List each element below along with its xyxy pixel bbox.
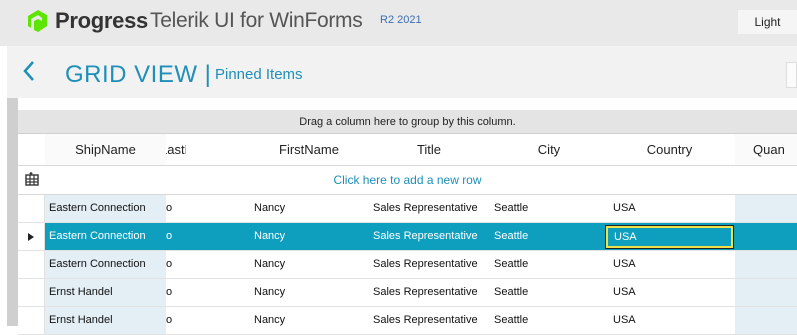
back-button[interactable] bbox=[22, 60, 36, 86]
table-row[interactable]: Eastern Connection o Nancy Sales Representa… bbox=[18, 195, 797, 223]
version-label: R2 2021 bbox=[380, 14, 422, 26]
theme-button[interactable]: Light bbox=[738, 10, 797, 34]
cell-city[interactable]: Seattle bbox=[494, 223, 594, 251]
cell-lastname[interactable]: o bbox=[166, 279, 186, 307]
cell-shipname[interactable]: Ernst Handel bbox=[49, 307, 166, 335]
table-row[interactable]: Ernst Handel o Nancy Sales Representative Se… bbox=[18, 279, 797, 307]
cell-lastname[interactable]: o bbox=[166, 223, 186, 251]
row-indicator[interactable] bbox=[18, 279, 45, 306]
cell-shipname[interactable]: Eastern Connection bbox=[49, 251, 166, 279]
cell-shipname[interactable]: Eastern Connection bbox=[49, 195, 166, 223]
current-row-icon bbox=[28, 233, 34, 241]
column-header-lastname[interactable]: LastName bbox=[166, 134, 186, 166]
page-subtitle: Pinned Items bbox=[215, 66, 303, 83]
cell-country: USA bbox=[614, 231, 637, 243]
cell-country[interactable]: USA bbox=[613, 251, 723, 279]
cell-shipname[interactable]: Ernst Handel bbox=[49, 279, 166, 307]
cell-title[interactable]: Sales Representative bbox=[373, 223, 494, 251]
row-indicator[interactable] bbox=[18, 195, 45, 222]
progress-logo-icon bbox=[28, 10, 47, 32]
column-header-quantity[interactable]: Quan bbox=[753, 134, 797, 166]
cell-title[interactable]: Sales Representative bbox=[373, 279, 494, 307]
left-border bbox=[7, 98, 18, 326]
header-scrollbar[interactable] bbox=[786, 62, 797, 88]
cell-lastname[interactable]: o bbox=[166, 195, 186, 223]
new-row-text[interactable]: Click here to add a new row bbox=[18, 166, 797, 195]
table-row[interactable]: Eastern Connection o Nancy Sales Representa… bbox=[18, 223, 797, 251]
cell-city[interactable]: Seattle bbox=[494, 307, 594, 335]
cell-firstname[interactable]: Nancy bbox=[254, 251, 354, 279]
column-header-title[interactable]: Title bbox=[364, 134, 494, 166]
product-name: Telerik UI for WinForms bbox=[150, 9, 363, 32]
row-indicator[interactable] bbox=[18, 223, 45, 250]
row-indicator[interactable] bbox=[18, 307, 45, 334]
cell-firstname[interactable]: Nancy bbox=[254, 195, 354, 223]
table-icon bbox=[25, 172, 39, 186]
cell-lastname[interactable]: o bbox=[166, 251, 186, 279]
cell-title[interactable]: Sales Representative bbox=[373, 251, 494, 279]
cell-city[interactable]: Seattle bbox=[494, 251, 594, 279]
table-row[interactable]: Ernst Handel o Nancy Sales Representative Se… bbox=[18, 307, 797, 335]
brand-name: Progress bbox=[55, 8, 148, 33]
page-title: GRID VIEW | bbox=[65, 61, 212, 88]
cell-lastname[interactable]: o bbox=[166, 307, 186, 335]
country-cell-editor[interactable]: USA bbox=[605, 225, 734, 249]
cell-country[interactable]: USA bbox=[613, 279, 723, 307]
cell-firstname[interactable]: Nancy bbox=[254, 279, 354, 307]
cell-country[interactable]: USA bbox=[613, 307, 723, 335]
cell-shipname[interactable]: Eastern Connection bbox=[49, 223, 166, 251]
cell-firstname[interactable]: Nancy bbox=[254, 307, 354, 335]
table-row[interactable]: Eastern Connection o Nancy Sales Representa… bbox=[18, 251, 797, 279]
data-grid: ShipName LastName FirstName Title City C… bbox=[18, 134, 797, 335]
cell-city[interactable]: Seattle bbox=[494, 279, 594, 307]
cell-title[interactable]: Sales Representative bbox=[373, 195, 494, 223]
column-header-country[interactable]: Country bbox=[604, 134, 735, 166]
cell-country[interactable]: USA bbox=[613, 195, 723, 223]
group-panel[interactable]: Drag a column here to group by this colu… bbox=[18, 110, 797, 134]
column-header-shipname[interactable]: ShipName bbox=[45, 134, 166, 166]
cell-city[interactable]: Seattle bbox=[494, 195, 594, 223]
new-row[interactable]: Click here to add a new row bbox=[18, 166, 797, 195]
column-header-row: ShipName LastName FirstName Title City C… bbox=[18, 134, 797, 166]
column-header-city[interactable]: City bbox=[494, 134, 604, 166]
chevron-left-icon bbox=[23, 61, 34, 81]
cell-firstname[interactable]: Nancy bbox=[254, 223, 354, 251]
row-indicator[interactable] bbox=[18, 251, 45, 278]
title-bar: Progress Telerik UI for WinForms R2 2021… bbox=[0, 0, 797, 46]
cell-title[interactable]: Sales Representative bbox=[373, 307, 494, 335]
column-header-firstname[interactable]: FirstName bbox=[254, 134, 364, 166]
